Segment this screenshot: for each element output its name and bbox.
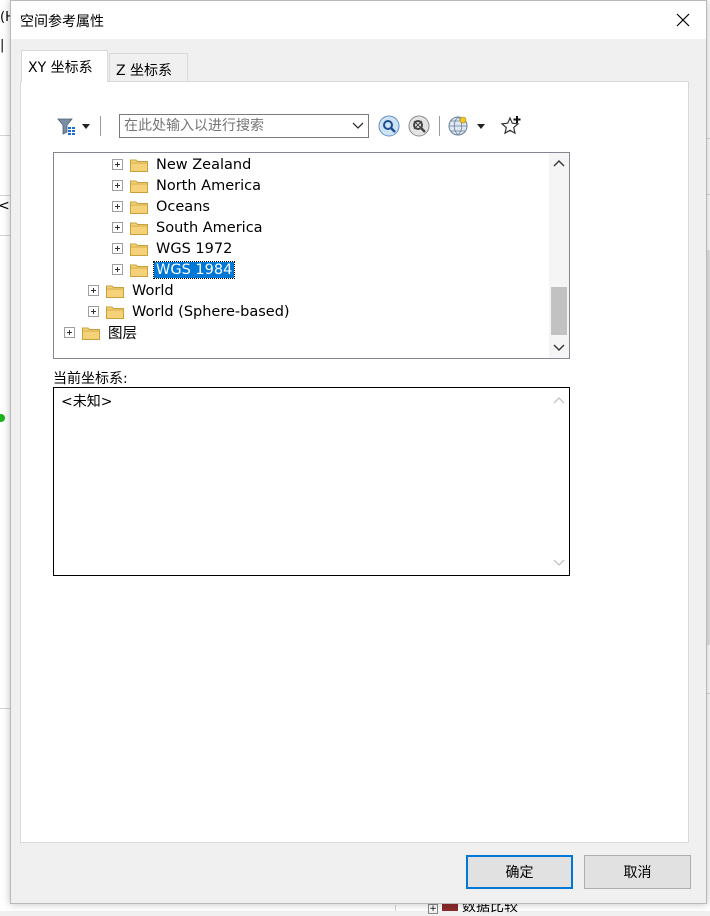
coordinate-system-tree[interactable]: New Zealand North America Oceans South A… — [53, 152, 570, 359]
chevron-down-icon — [352, 122, 364, 129]
bg-divider — [395, 905, 396, 911]
filter-icon — [57, 118, 90, 135]
expand-icon[interactable] — [112, 264, 123, 275]
tree-item-selected[interactable]: WGS 1984 — [112, 259, 236, 280]
scroll-up-button[interactable] — [549, 153, 569, 173]
bg-status-dot — [0, 414, 5, 422]
folder-icon — [130, 201, 148, 214]
spatial-reference-dialog: 空间参考属性 XY 坐标系 Z 坐标系 在此处输入以进行搜索 New Zeala… — [10, 0, 707, 904]
dialog-title: 空间参考属性 — [20, 14, 104, 30]
close-button[interactable] — [660, 1, 706, 39]
tree-item-label: WGS 1984 — [152, 260, 236, 279]
clear-search-icon — [408, 115, 430, 137]
tree-item-label: 图层 — [108, 326, 137, 342]
folder-icon — [130, 222, 148, 235]
tab-panel: New Zealand North America Oceans South A… — [20, 81, 689, 843]
bg-divider — [0, 708, 10, 709]
globe-menu-button[interactable] — [447, 114, 495, 138]
ok-button[interactable]: 确定 — [466, 855, 573, 889]
expand-icon[interactable] — [88, 306, 99, 317]
expand-icon: + — [428, 904, 438, 914]
add-favorite-icon — [500, 116, 521, 135]
tab-xy-coordinate-system[interactable]: XY 坐标系 — [21, 50, 108, 82]
filter-button[interactable] — [55, 114, 93, 138]
cancel-button[interactable]: 取消 — [584, 855, 691, 889]
toolbar-separator — [439, 116, 440, 136]
search-button[interactable] — [377, 114, 401, 138]
tab-z-coordinate-system[interactable]: Z 坐标系 — [109, 53, 188, 81]
tree-item[interactable]: 图层 — [64, 322, 139, 343]
tree-scrollbar[interactable] — [549, 153, 569, 358]
globe-icon — [448, 116, 485, 136]
folder-icon — [106, 285, 124, 298]
current-coordinate-system-box[interactable]: <未知> — [53, 387, 570, 576]
scroll-down-button[interactable] — [549, 338, 569, 358]
search-input[interactable] — [120, 115, 348, 137]
tree-item[interactable]: Oceans — [112, 196, 212, 217]
search-dropdown-button[interactable] — [348, 115, 368, 137]
current-coordinate-system-label: 当前坐标系: — [53, 371, 128, 387]
bg-edge-text: < — [0, 198, 10, 214]
scroll-up-button[interactable] — [549, 390, 569, 410]
expand-icon[interactable] — [112, 222, 123, 233]
bg-edge-text: | — [0, 38, 5, 53]
chevron-down-icon — [553, 559, 565, 566]
tree-item[interactable]: North America — [112, 175, 263, 196]
tree-item[interactable]: WGS 1972 — [112, 238, 234, 259]
expand-icon[interactable] — [64, 327, 75, 338]
folder-icon — [130, 180, 148, 193]
expand-icon[interactable] — [112, 201, 123, 212]
tree-item[interactable]: New Zealand — [112, 154, 253, 175]
search-icon — [378, 115, 400, 137]
bg-divider — [0, 135, 10, 136]
current-coordinate-system-value: <未知> — [61, 394, 113, 410]
tree-item-label: South America — [156, 219, 263, 236]
chevron-down-icon — [553, 344, 565, 351]
search-combobox[interactable] — [119, 114, 369, 138]
bg-divider — [0, 235, 10, 236]
tree-item[interactable]: World — [88, 280, 176, 301]
tree-item[interactable]: World (Sphere-based) — [88, 301, 292, 322]
folder-icon — [130, 159, 148, 172]
scroll-down-button[interactable] — [549, 553, 569, 573]
expand-icon[interactable] — [112, 159, 123, 170]
details-scrollbar[interactable] — [549, 388, 569, 575]
clear-search-button[interactable] — [407, 114, 431, 138]
folder-icon — [82, 327, 100, 340]
tree-item-label: New Zealand — [156, 156, 252, 173]
toolbar — [55, 114, 675, 138]
chevron-up-icon — [553, 160, 565, 167]
toolbar-separator — [100, 116, 101, 136]
tree-item-label: WGS 1972 — [156, 240, 233, 257]
scroll-thumb[interactable] — [551, 287, 567, 335]
close-icon — [676, 13, 690, 27]
expand-icon[interactable] — [112, 243, 123, 254]
expand-icon[interactable] — [88, 285, 99, 296]
folder-icon — [130, 264, 148, 277]
folder-icon — [130, 243, 148, 256]
tree-item[interactable]: South America — [112, 217, 265, 238]
tree-item-label: World — [132, 282, 174, 299]
expand-icon[interactable] — [112, 180, 123, 191]
bg-divider — [0, 195, 10, 196]
tree-item-label: World (Sphere-based) — [132, 303, 290, 320]
tree-item-label: North America — [156, 177, 261, 194]
title-bar: 空间参考属性 — [11, 1, 706, 39]
folder-icon — [106, 306, 124, 319]
add-favorite-button[interactable] — [499, 114, 525, 138]
chevron-up-icon — [553, 397, 565, 404]
tree-item-label: Oceans — [156, 198, 210, 215]
